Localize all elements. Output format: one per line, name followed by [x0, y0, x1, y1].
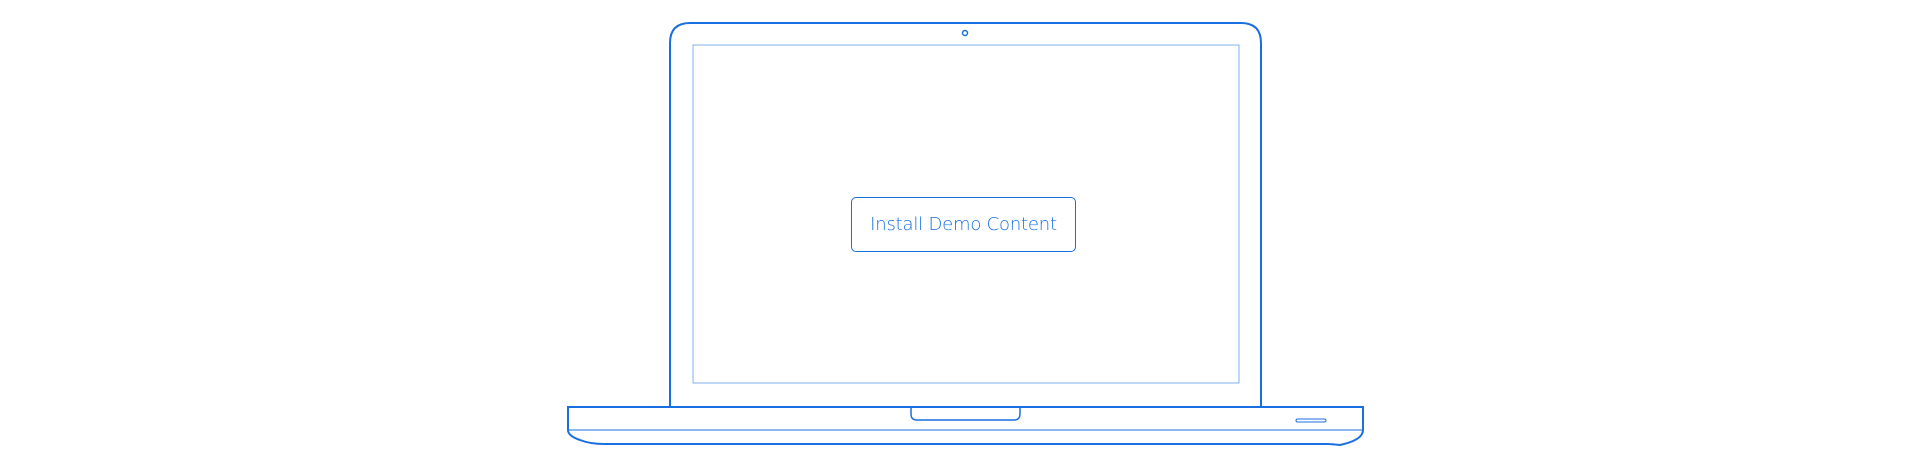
demo-stage: Install Demo Content: [0, 0, 1920, 465]
trackpad-notch: [910, 408, 1021, 421]
laptop-base: [567, 406, 1364, 447]
camera-icon: [961, 29, 969, 37]
status-light-icon: [1295, 418, 1327, 423]
install-demo-content-button[interactable]: Install Demo Content: [851, 197, 1076, 252]
